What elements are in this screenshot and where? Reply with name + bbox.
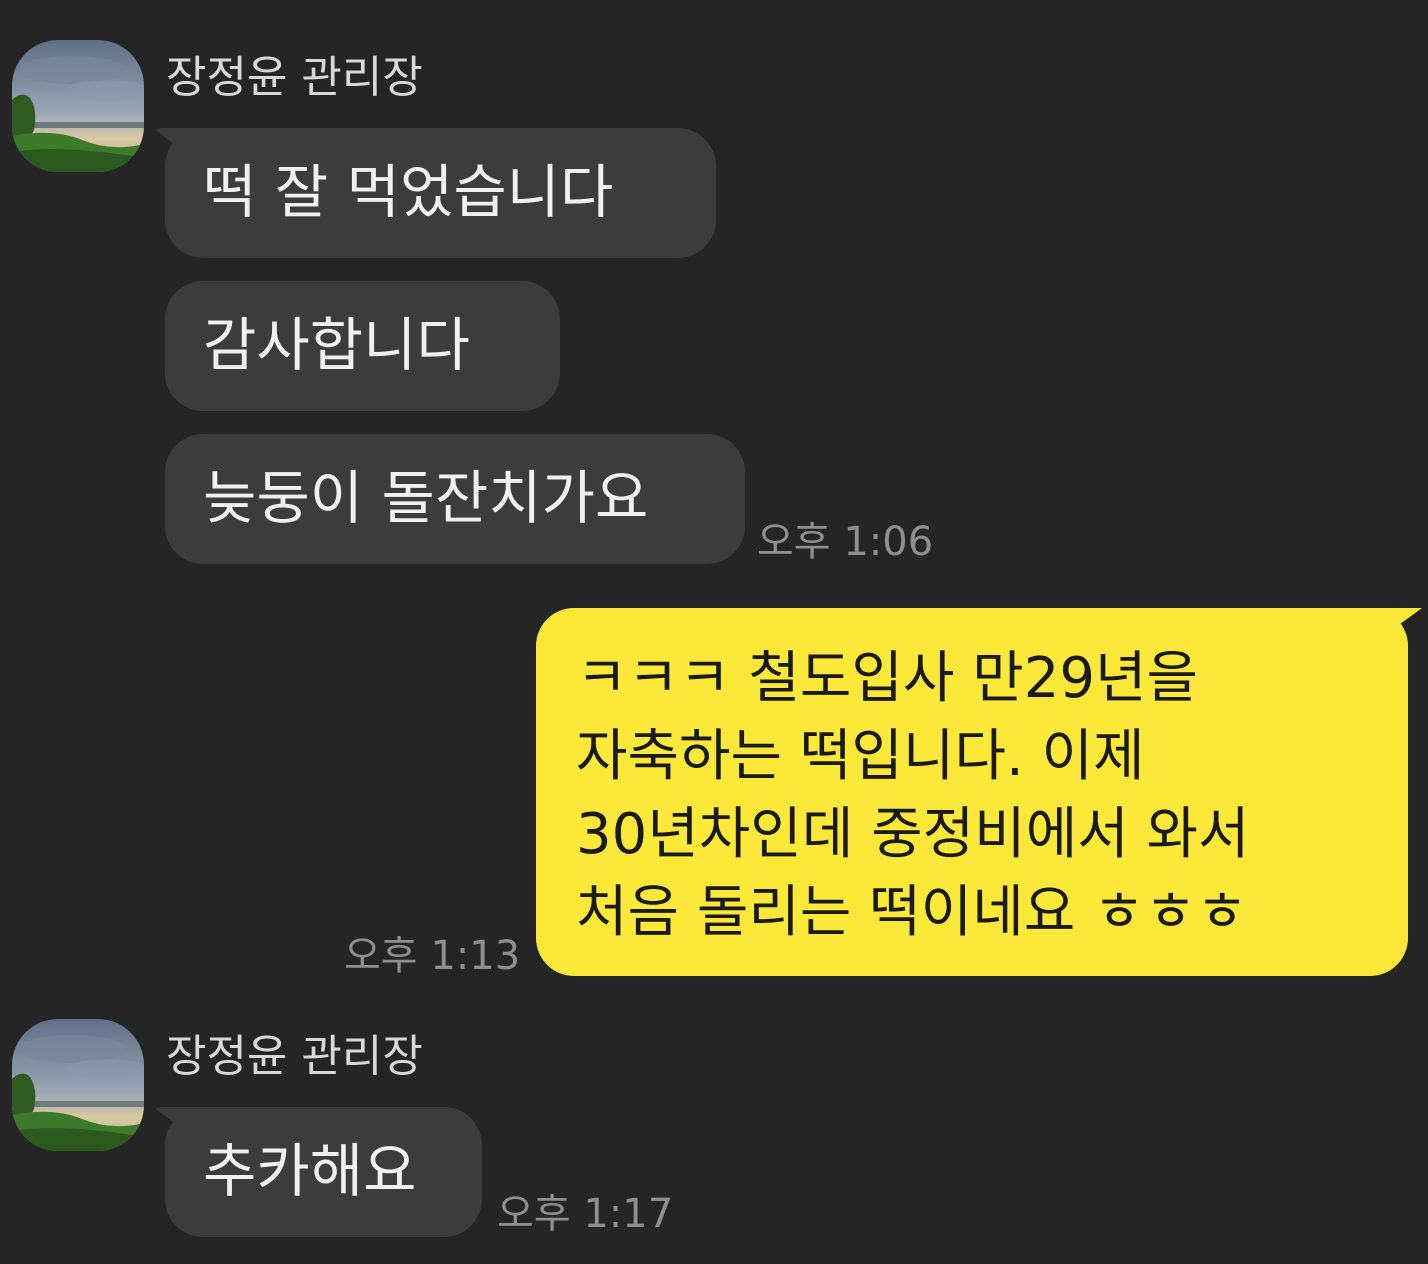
message-text: 떡 잘 먹었습니다 — [203, 158, 614, 226]
avatar-landscape-icon — [12, 40, 144, 172]
message-text-line: ㅋㅋㅋ 철도입사 만29년을 — [576, 646, 1199, 711]
message-text-line: 처음 돌리는 떡이네요 ㅎㅎㅎ — [576, 880, 1248, 945]
sender-name: 장정윤 관리장 — [166, 1031, 423, 1082]
message-bubble[interactable]: 감사합니다 — [165, 281, 560, 411]
my-message-bubble[interactable]: ㅋㅋㅋ 철도입사 만29년을 자축하는 떡입니다. 이제 30년차인데 중정비에… — [536, 608, 1408, 976]
sender-avatar[interactable] — [12, 1019, 144, 1151]
message-timestamp: 오후 1:13 — [344, 933, 521, 979]
avatar-landscape-icon — [12, 1019, 144, 1151]
message-timestamp: 오후 1:06 — [757, 519, 934, 565]
message-timestamp: 오후 1:17 — [497, 1191, 674, 1237]
sender-name: 장정윤 관리장 — [166, 52, 423, 103]
message-text: 늦둥이 돌잔치가요 — [203, 464, 649, 532]
message-text-line: 30년차인데 중정비에서 와서 — [576, 802, 1250, 867]
message-bubble[interactable]: 떡 잘 먹었습니다 — [165, 128, 716, 258]
message-bubble[interactable]: 추카해요 — [165, 1107, 482, 1237]
message-text-line: 자축하는 떡입니다. 이제 — [576, 724, 1145, 789]
sender-avatar[interactable] — [12, 40, 144, 172]
message-bubble[interactable]: 늦둥이 돌잔치가요 — [165, 434, 745, 564]
message-text: 추카해요 — [203, 1137, 417, 1205]
message-text: 감사합니다 — [203, 311, 470, 379]
